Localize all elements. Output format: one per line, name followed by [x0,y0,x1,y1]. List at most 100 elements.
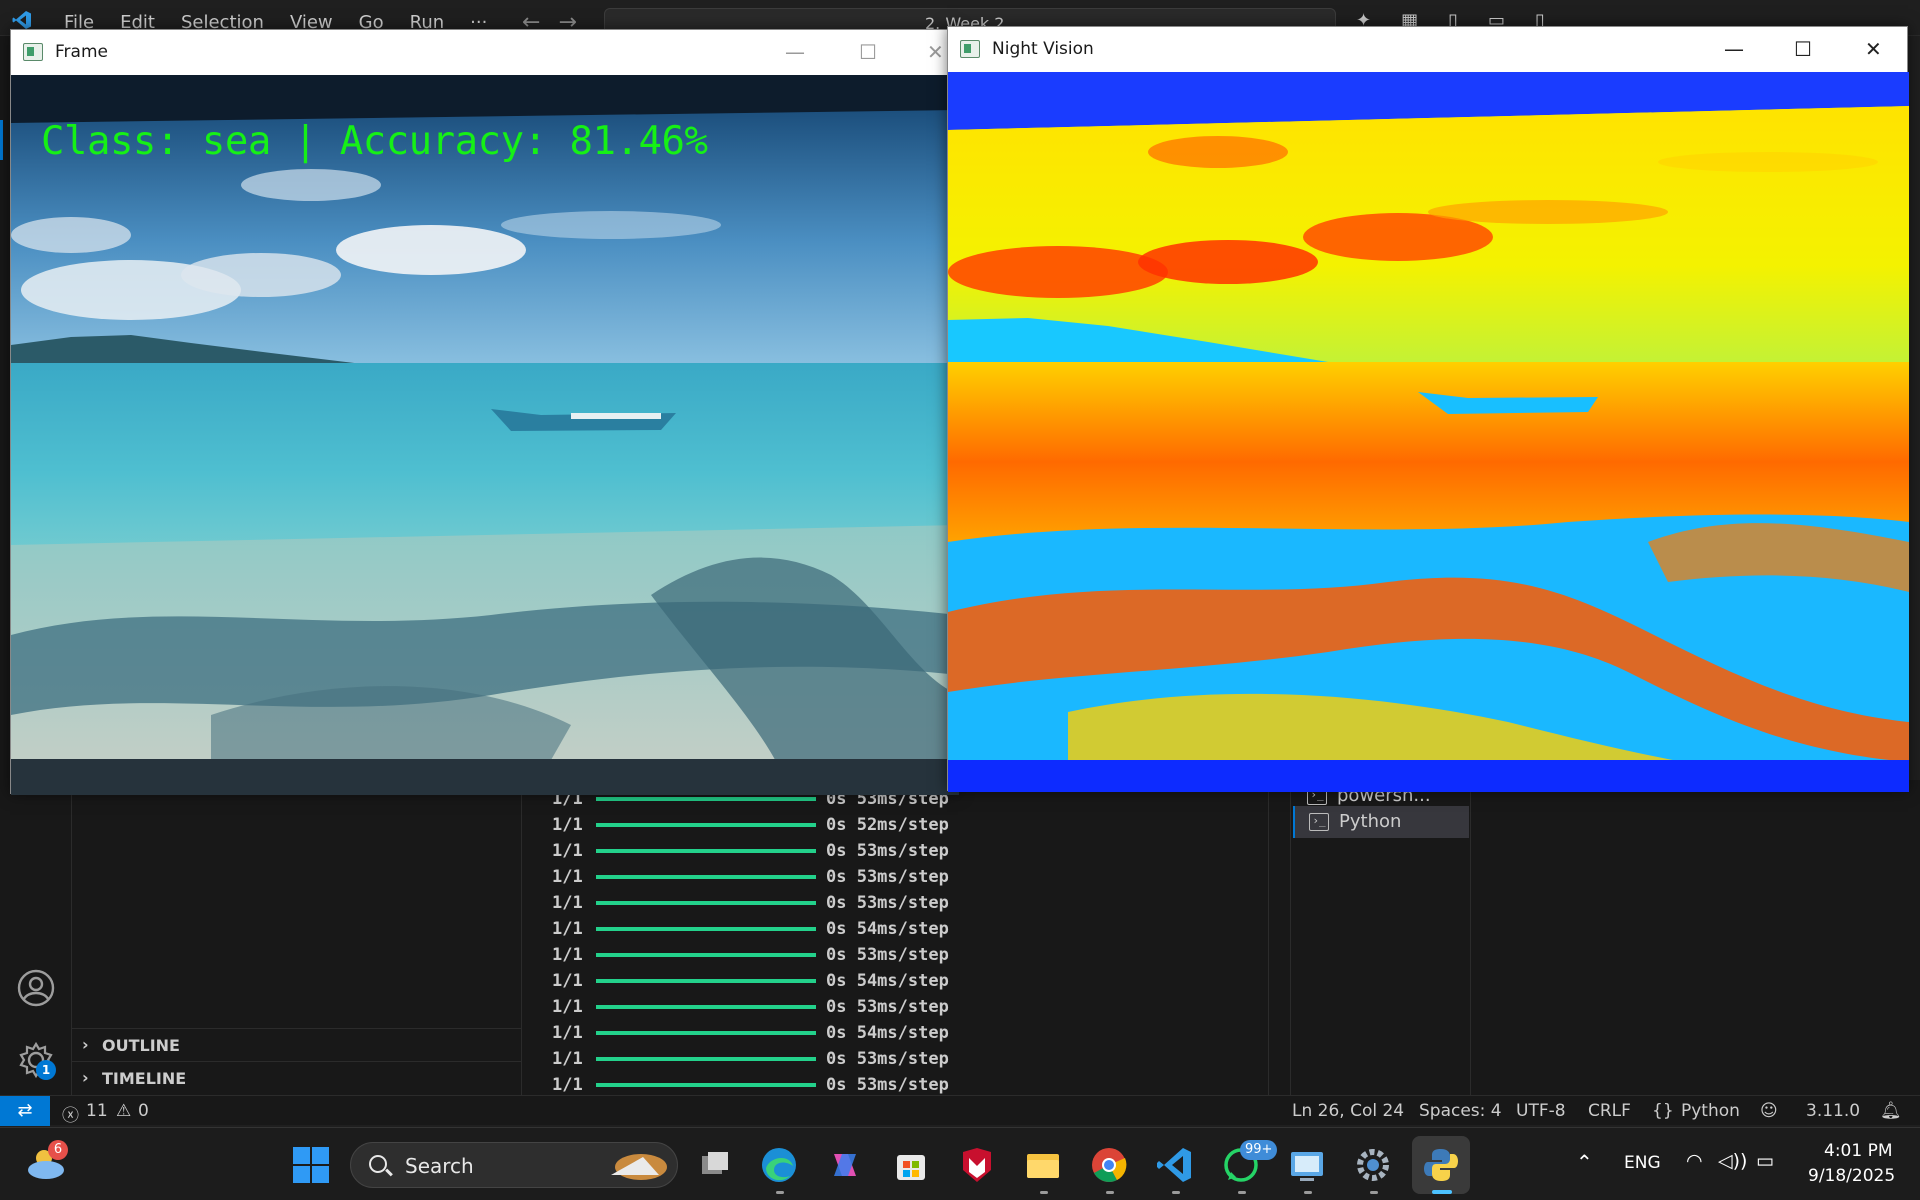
indentation[interactable]: Spaces: 4 [1419,1101,1502,1121]
progress-bar [596,901,816,905]
step-time: 0s 53ms/step [826,997,949,1017]
remote-indicator-icon[interactable]: ⇄ [0,1096,50,1126]
settings-badge: 1 [36,1060,56,1080]
opencv-window-icon [960,40,980,58]
step-count: 1/1 [552,1023,583,1043]
step-count: 1/1 [552,1049,583,1069]
timeline-section[interactable]: › TIMELINE [72,1061,522,1093]
python-version[interactable]: 3.11.0 [1806,1101,1860,1121]
step-time: 0s 53ms/step [826,867,949,887]
night-vision-canvas [948,72,1909,792]
frame-title: Frame [55,42,108,62]
maximize-icon[interactable]: ☐ [859,40,877,64]
mcafee-icon[interactable] [958,1146,996,1184]
opencv-window-icon [23,43,43,61]
chevron-right-icon: › [82,1035,89,1054]
step-time: 0s 54ms/step [826,1023,949,1043]
chrome-icon[interactable] [1090,1146,1128,1184]
search-icon [369,1155,387,1173]
python-app-icon[interactable] [1422,1146,1460,1184]
progress-bar [596,797,816,801]
status-bar: ⇄ ⓧ 11 ⚠ 0 Ln 26, Col 24 Spaces: 4 UTF-8… [0,1095,1920,1126]
step-time: 0s 53ms/step [826,945,949,965]
terminal-tab-list: ›_ powersh... ›_ Python [1290,780,1470,1095]
step-count: 1/1 [552,945,583,965]
taskbar-search[interactable]: Search [350,1142,678,1188]
step-count: 1/1 [552,919,583,939]
terminal-panel[interactable]: 1/1 0s 53ms/step 1/1 0s 52ms/step 1/1 0s… [522,780,1268,1095]
control-panel-icon[interactable] [1288,1146,1326,1184]
progress-bar [596,1057,816,1061]
maximize-icon[interactable]: ☐ [1794,37,1812,61]
file-explorer-icon[interactable] [1024,1146,1062,1184]
step-count: 1/1 [552,893,583,913]
step-count: 1/1 [552,867,583,887]
step-time: 0s 53ms/step [826,893,949,913]
line-ending[interactable]: CRLF [1588,1101,1631,1121]
error-count[interactable]: 11 [86,1101,108,1121]
battery-charging-icon[interactable]: ▭ [1756,1150,1774,1172]
edge-browser-icon[interactable] [760,1146,798,1184]
whatsapp-badge: 99+ [1240,1140,1278,1160]
frame-video-canvas: Class: sea | Accuracy: 81.46% [11,75,959,795]
windows-taskbar: 6 Search 99+ ⌃ ENG ◠ ◁)) ▭ 4:01 PM 9/18/… [0,1127,1920,1200]
night-vision-title: Night Vision [992,39,1094,59]
vscode-taskbar-icon[interactable] [1156,1146,1194,1184]
language-mode[interactable]: Python [1681,1101,1740,1121]
active-view-indicator [0,120,3,160]
wifi-icon[interactable]: ◠ [1686,1150,1703,1172]
classification-overlay: Class: sea | Accuracy: 81.46% [41,119,708,164]
close-icon[interactable]: ✕ [1865,37,1882,61]
progress-bar [596,823,816,827]
night-vision-titlebar[interactable]: Night Vision — ☐ ✕ [948,27,1907,72]
task-view-icon[interactable] [696,1146,734,1184]
input-language[interactable]: ENG [1624,1153,1661,1173]
warning-count[interactable]: 0 [138,1101,149,1121]
active-app-indicator [1432,1190,1452,1194]
search-highlight-icon [611,1154,667,1180]
chevron-right-icon: › [82,1068,89,1087]
cursor-position[interactable]: Ln 26, Col 24 [1292,1101,1404,1121]
minimize-icon[interactable]: — [1724,37,1744,61]
thermal-image [948,72,1909,792]
terminal-icon: ›_ [1309,813,1329,831]
terminal-scrollbar[interactable] [1268,780,1290,1095]
running-indicator [1238,1191,1246,1194]
step-time: 0s 53ms/step [826,1049,949,1069]
clock-time[interactable]: 4:01 PM [1824,1141,1893,1161]
account-icon[interactable] [16,968,56,1008]
terminal-tab-python[interactable]: ›_ Python [1293,806,1469,838]
warning-icon[interactable]: ⚠ [116,1101,131,1121]
frame-window[interactable]: Frame — ☐ ✕ Class: sea | Accuracy: 81.46… [10,29,959,795]
vscode-logo-icon [12,11,31,29]
error-icon[interactable]: ⓧ [62,1101,79,1126]
step-time: 0s 53ms/step [826,1075,949,1095]
outline-section[interactable]: › OUTLINE [72,1028,522,1060]
show-hidden-icons-chevron-icon[interactable]: ⌃ [1576,1150,1593,1174]
progress-bar [596,1083,816,1087]
search-label: Search [405,1154,474,1178]
close-icon[interactable]: ✕ [927,40,944,64]
beach-photo [11,75,959,795]
night-vision-window[interactable]: Night Vision — ☐ ✕ [947,26,1909,792]
progress-bar [596,875,816,879]
encoding[interactable]: UTF-8 [1516,1101,1566,1121]
copilot-status-icon[interactable]: ☺ [1760,1101,1778,1121]
outline-label: OUTLINE [102,1036,180,1055]
step-time: 0s 54ms/step [826,919,949,939]
step-count: 1/1 [552,997,583,1017]
step-time: 0s 53ms/step [826,841,949,861]
notifications-bell-icon[interactable]: 🔔︎ [1880,1101,1902,1121]
start-button-icon[interactable] [292,1146,330,1184]
step-time: 0s 52ms/step [826,815,949,835]
volume-icon[interactable]: ◁)) [1718,1150,1747,1172]
copilot-app-icon[interactable] [826,1146,864,1184]
minimize-icon[interactable]: — [785,40,805,64]
frame-titlebar[interactable]: Frame — ☐ ✕ [11,30,957,75]
microsoft-store-icon[interactable] [892,1146,930,1184]
settings-app-icon[interactable] [1354,1146,1392,1184]
timeline-label: TIMELINE [102,1069,187,1088]
step-count: 1/1 [552,1075,583,1095]
clock-date[interactable]: 9/18/2025 [1808,1166,1895,1186]
running-indicator [1370,1191,1378,1194]
